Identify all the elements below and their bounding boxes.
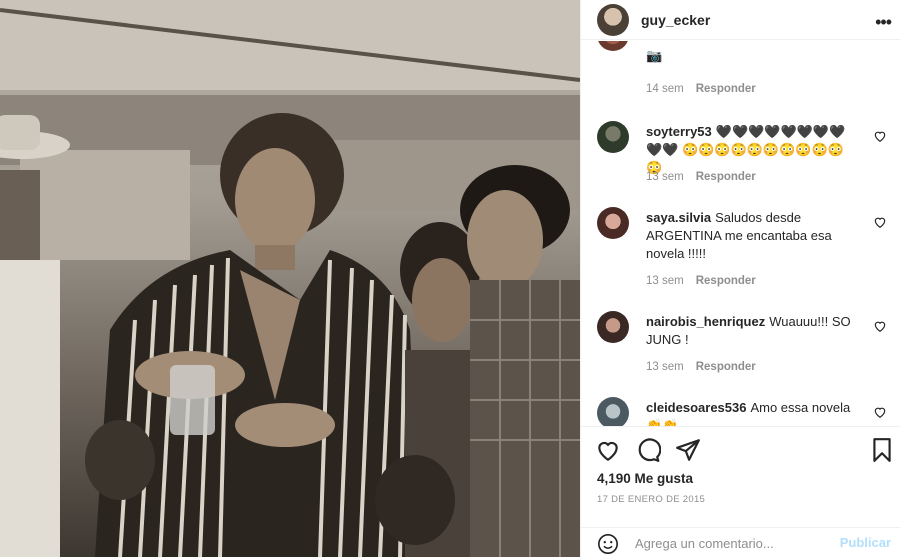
- commenter-avatar[interactable]: [597, 397, 629, 426]
- comment-input[interactable]: [635, 532, 835, 554]
- comment-time: 13 sem: [646, 275, 684, 287]
- more-options-icon[interactable]: •••: [875, 12, 892, 33]
- like-comment-heart-icon[interactable]: [873, 319, 887, 333]
- comment-time: 13 sem: [646, 361, 684, 373]
- like-comment-heart-icon[interactable]: [873, 129, 887, 143]
- like-comment-heart-icon[interactable]: [873, 215, 887, 229]
- comment-meta: 14 sem Responder: [646, 83, 756, 95]
- reply-button[interactable]: Responder: [696, 83, 756, 95]
- post-actions: 4,190 Me gusta 17 DE ENERO DE 2015: [581, 426, 900, 540]
- reply-button[interactable]: Responder: [696, 171, 756, 183]
- comment-text: 📷: [646, 47, 851, 65]
- comment-item: nairobis_henriquez Wuauuu!!! SO JUNG ! 13…: [597, 311, 887, 381]
- commenter-avatar[interactable]: [597, 41, 629, 51]
- comment-item: 📷 14 sem Responder: [597, 41, 887, 95]
- reply-button[interactable]: Responder: [696, 275, 756, 287]
- emoji-icon[interactable]: [597, 533, 619, 555]
- commenter-username[interactable]: cleidesoares536: [646, 400, 746, 415]
- commenter-username[interactable]: soyterry53: [646, 124, 712, 139]
- comment-emoji: 📷: [646, 48, 663, 63]
- post-side-panel: guy_ecker ••• 📷 14 sem Responder soyterr…: [580, 0, 900, 557]
- comment-time: 14 sem: [646, 83, 684, 95]
- post-header: guy_ecker •••: [581, 0, 900, 40]
- commenter-avatar[interactable]: [597, 207, 629, 239]
- commenter-avatar[interactable]: [597, 121, 629, 153]
- sepia-photo-scene: [0, 0, 580, 557]
- commenter-username[interactable]: nairobis_henriquez: [646, 314, 765, 329]
- author-username[interactable]: guy_ecker: [641, 12, 710, 28]
- comment-time: 13 sem: [646, 171, 684, 183]
- comment-text: nairobis_henriquez Wuauuu!!! SO JUNG !: [646, 313, 851, 349]
- comment-icon[interactable]: [635, 437, 661, 463]
- comment-item: saya.silvia Saludos desde ARGENTINA me en…: [597, 207, 887, 297]
- likes-count[interactable]: 4,190 Me gusta: [597, 471, 693, 486]
- commenter-username[interactable]: saya.silvia: [646, 210, 711, 225]
- commenter-avatar[interactable]: [597, 311, 629, 343]
- comment-meta: 13 sem Responder: [646, 171, 756, 183]
- share-icon[interactable]: [675, 437, 701, 463]
- comment-text: saya.silvia Saludos desde ARGENTINA me en…: [646, 209, 851, 263]
- comment-text: soyterry53 🖤🖤🖤🖤🖤🖤🖤🖤🖤🖤 😳😳😳😳😳😳😳😳😳😳😳: [646, 123, 851, 177]
- publish-button[interactable]: Publicar: [840, 535, 891, 550]
- add-comment-bar: Publicar: [581, 527, 900, 557]
- author-avatar[interactable]: [597, 3, 629, 36]
- comment-meta: 13 sem Responder: [646, 275, 756, 287]
- comment-meta: 13 sem Responder: [646, 361, 756, 373]
- bookmark-icon[interactable]: [869, 437, 895, 463]
- post-photo[interactable]: [0, 0, 580, 557]
- reply-button[interactable]: Responder: [696, 361, 756, 373]
- comment-item: cleidesoares536 Amo essa novela 👏👏: [597, 397, 887, 426]
- post-date: 17 DE ENERO DE 2015: [597, 494, 706, 505]
- comment-text: cleidesoares536 Amo essa novela 👏👏: [646, 399, 851, 426]
- like-comment-heart-icon[interactable]: [873, 405, 887, 419]
- comments-list[interactable]: 📷 14 sem Responder soyterry53 🖤🖤🖤🖤🖤🖤🖤🖤🖤🖤 …: [581, 41, 900, 426]
- comment-item: soyterry53 🖤🖤🖤🖤🖤🖤🖤🖤🖤🖤 😳😳😳😳😳😳😳😳😳😳😳 13 sem …: [597, 121, 887, 191]
- heart-icon[interactable]: [595, 437, 621, 463]
